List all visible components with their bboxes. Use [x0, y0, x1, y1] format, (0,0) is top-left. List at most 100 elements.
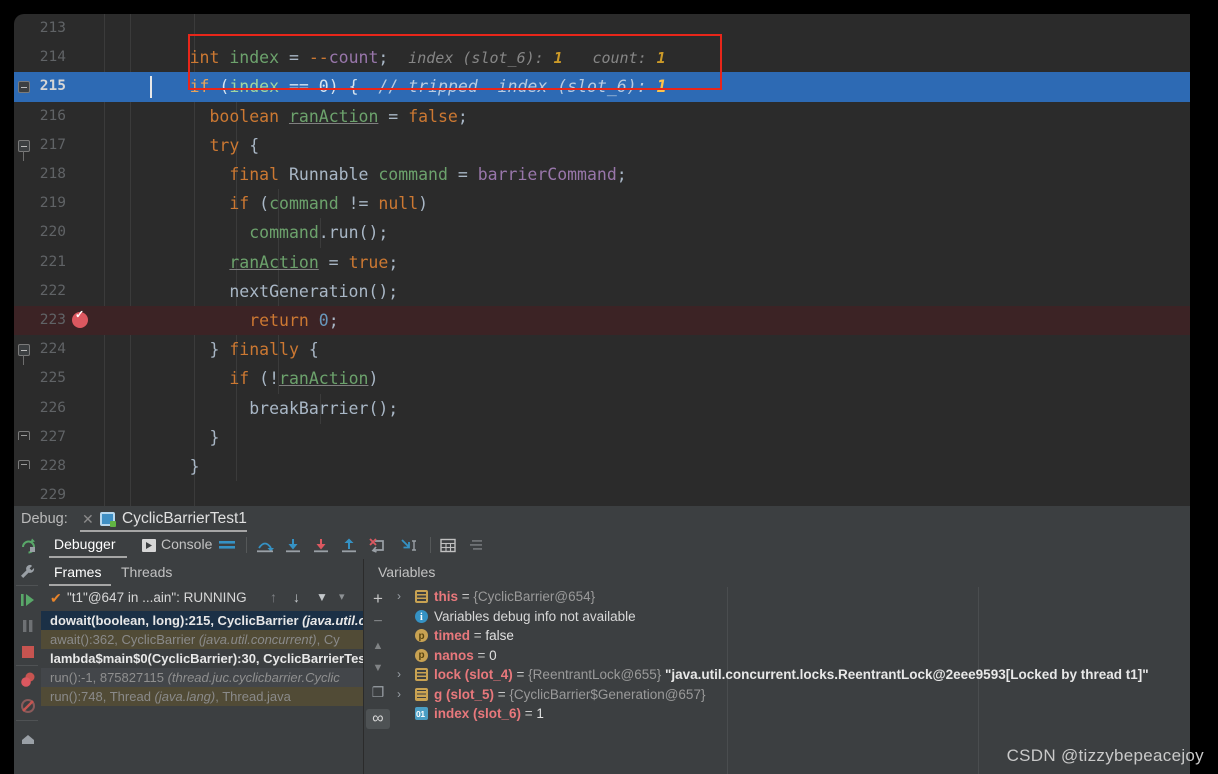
variable-row[interactable]: › this = {CyclicBarrier@654}	[391, 587, 1190, 607]
frame-text: run():748, Thread	[50, 689, 155, 704]
frame-row[interactable]: run():748, Thread (java.lang), Thread.ja…	[41, 687, 363, 706]
token-keyword: boolean	[209, 106, 280, 126]
variable-row[interactable]: › lock (slot_4) = {ReentrantLock@655} "j…	[391, 665, 1190, 685]
frames-panel[interactable]: ✔ "t1"@647 in ...ain": RUNNING ↑ ↓ ▼ ▾ d…	[41, 587, 363, 774]
code-line[interactable]: 226 breakBarrier();	[14, 394, 1204, 423]
pause-program-icon[interactable]	[18, 616, 38, 636]
drop-frame-icon[interactable]	[369, 538, 387, 558]
code-line[interactable]: 216 boolean ranAction = false;	[14, 102, 1204, 131]
debug-label: Debug:	[21, 511, 68, 527]
code-line[interactable]: 214 int index = --count; index (slot_6):…	[14, 43, 1204, 72]
line-number: 229	[39, 487, 66, 504]
trace-lines-icon[interactable]	[218, 538, 236, 557]
frame-text: run():-1, 875827115	[50, 670, 168, 685]
token-type: Runnable	[279, 165, 379, 184]
layout-settings-icon[interactable]	[18, 728, 38, 748]
line-number: 223	[39, 312, 66, 328]
frame-row[interactable]: dowait(boolean, long):215, CyclicBarrier…	[41, 611, 363, 630]
copy-button[interactable]: ❐	[369, 683, 387, 701]
frame-row[interactable]: await():362, CyclicBarrier (java.util.co…	[41, 630, 363, 649]
code-line[interactable]: 227 }	[14, 423, 1204, 452]
code-line[interactable]: 220 command.run();	[14, 218, 1204, 247]
debug-session-title[interactable]: CyclicBarrierTest1	[122, 510, 247, 528]
step-into-icon[interactable]	[285, 538, 301, 558]
view-breakpoints-icon[interactable]	[18, 670, 38, 690]
variable-value: false	[485, 628, 514, 643]
variable-name: lock (slot_4) = {ReentrantLock@655} "jav…	[434, 665, 1149, 685]
code-line[interactable]: 225 if (!ranAction)	[14, 364, 1204, 393]
fold-collapse-icon[interactable]	[18, 344, 30, 357]
thread-selector-row[interactable]: ✔ "t1"@647 in ...ain": RUNNING ↑ ↓ ▼ ▾	[41, 587, 363, 611]
frame-text: await():362, CyclicBarrier	[50, 632, 199, 647]
force-step-into-icon[interactable]	[313, 538, 329, 558]
toolbar-separator	[430, 537, 431, 553]
subtab-frames[interactable]: Frames	[54, 564, 101, 580]
code-line[interactable]: 224 } finally {	[14, 335, 1204, 366]
window-top-margin	[0, 0, 1218, 14]
fold-end-icon[interactable]	[18, 430, 30, 440]
code-line-breakpoint[interactable]: 223 return 0;	[14, 306, 1204, 336]
subtab-threads[interactable]: Threads	[121, 564, 172, 580]
variable-equals: =	[521, 706, 537, 721]
variable-row[interactable]: › g (slot_5) = {CyclicBarrier$Generation…	[391, 685, 1190, 705]
frame-row[interactable]: lambda$main$0(CyclicBarrier):30, CyclicB…	[41, 649, 363, 668]
fold-collapse-icon[interactable]	[18, 81, 30, 94]
expand-chevron-icon[interactable]: ›	[397, 685, 401, 705]
code-line[interactable]: 218 final Runnable command = barrierComm…	[14, 160, 1204, 189]
token-variable: ranAction	[229, 252, 319, 272]
code-line[interactable]: 228 }	[14, 452, 1204, 481]
panel-splitter[interactable]	[363, 559, 364, 587]
nav-up-icon[interactable]: ↑	[270, 589, 277, 605]
code-line-current[interactable]: 215 if (index == 0) { // tripped index (…	[14, 72, 1204, 102]
watches-button[interactable]: ∞	[366, 709, 390, 729]
step-over-icon[interactable]	[256, 538, 274, 558]
token-paren: (	[249, 194, 270, 214]
add-watch-button[interactable]: +	[369, 590, 387, 608]
rerun-icon[interactable]	[18, 536, 38, 556]
tab-debugger[interactable]: Debugger	[54, 536, 116, 552]
fold-collapse-icon[interactable]	[18, 139, 30, 152]
line-number: 214	[39, 49, 66, 66]
remove-watch-button[interactable]: −	[369, 613, 387, 631]
frame-row[interactable]: run():-1, 875827115 (thread.juc.cyclicba…	[41, 668, 363, 687]
settings-list-icon[interactable]	[467, 538, 483, 557]
ide-window: 213 214 int index = --count; index (slot…	[0, 0, 1218, 774]
nav-down-icon[interactable]: ↓	[293, 589, 300, 605]
breakpoint-icon[interactable]	[72, 308, 88, 328]
code-line[interactable]: 213	[14, 14, 1204, 43]
mute-breakpoints-icon[interactable]	[18, 696, 38, 716]
code-line[interactable]: 229	[14, 481, 1204, 506]
debug-side-toolbar	[14, 532, 41, 774]
variable-ref: {CyclicBarrier$Generation@657}	[509, 686, 706, 702]
fold-end-icon[interactable]	[18, 460, 30, 469]
settings-wrench-icon[interactable]	[18, 562, 38, 582]
resume-program-icon[interactable]	[18, 590, 38, 610]
variable-string-value: "java.util.concurrent.locks.ReentrantLoc…	[665, 667, 1149, 682]
close-icon[interactable]: ✕	[82, 511, 94, 528]
token-literal: null	[378, 194, 419, 214]
variable-row[interactable]: timed = false	[391, 626, 1190, 646]
run-to-cursor-icon[interactable]	[400, 538, 418, 558]
evaluate-expression-icon[interactable]	[440, 538, 456, 558]
code-line[interactable]: 217 try {	[14, 131, 1204, 161]
expand-chevron-icon[interactable]: ›	[397, 665, 401, 685]
token-dot: .	[318, 223, 329, 243]
move-down-button[interactable]: ▼	[369, 659, 387, 677]
code-line[interactable]: 221 ranAction = true;	[14, 248, 1204, 277]
variable-row[interactable]: nanos = 0	[391, 646, 1190, 665]
filter-icon[interactable]: ▼	[316, 590, 328, 604]
code-line[interactable]: 219 if (command != null)	[14, 189, 1204, 218]
thread-selector-label[interactable]: "t1"@647 in ...ain": RUNNING	[67, 590, 247, 605]
code-line[interactable]: 222 nextGeneration();	[14, 277, 1204, 306]
move-up-button[interactable]: ▲	[369, 637, 387, 655]
variable-row[interactable]: index (slot_6) = 1	[391, 704, 1190, 724]
expand-chevron-icon[interactable]: ›	[397, 587, 401, 607]
step-out-icon[interactable]	[341, 538, 357, 558]
token-keyword: if	[229, 369, 250, 389]
tab-console[interactable]: Console	[161, 536, 212, 552]
chevron-down-icon[interactable]: ▾	[339, 590, 345, 603]
code-editor[interactable]: 213 214 int index = --count; index (slot…	[14, 14, 1204, 506]
param-icon	[415, 646, 428, 665]
stop-icon[interactable]	[18, 642, 38, 662]
console-play-icon[interactable]	[142, 539, 156, 552]
